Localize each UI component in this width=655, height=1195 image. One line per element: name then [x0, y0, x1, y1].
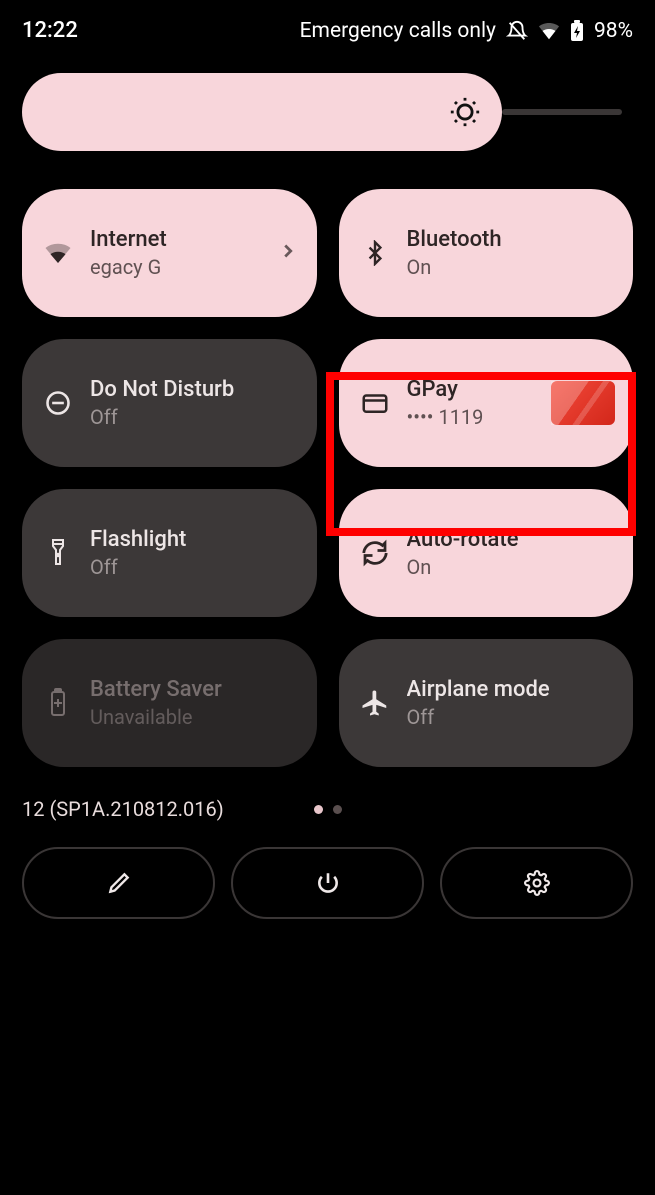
status-battery-pct: 98% — [594, 19, 633, 43]
wifi-icon — [42, 238, 74, 268]
tile-subtitle: •••• 1119 — [407, 405, 536, 429]
status-right: Emergency calls only 98% — [300, 19, 633, 43]
footer-actions — [0, 821, 655, 919]
power-button[interactable] — [231, 847, 424, 919]
tile-subtitle: Off — [407, 705, 616, 729]
tile-title: Battery Saver — [90, 677, 299, 703]
status-network-text: Emergency calls only — [300, 19, 496, 43]
tile-title: Bluetooth — [407, 227, 616, 253]
brightness-icon — [448, 95, 482, 129]
power-icon — [315, 870, 341, 896]
build-row: 12 (SP1A.210812.016) — [0, 767, 655, 821]
flashlight-icon — [42, 538, 74, 568]
tile-airplane[interactable]: Airplane mode Off — [339, 639, 634, 767]
tile-flashlight[interactable]: Flashlight Off — [22, 489, 317, 617]
page-dot — [333, 805, 342, 814]
tile-autorotate[interactable]: Auto-rotate On — [339, 489, 634, 617]
brightness-slider[interactable] — [22, 73, 502, 151]
status-bar: 12:22 Emergency calls only 98% — [0, 0, 655, 43]
qs-tiles: Internet egacy G Bluetooth On Do Not Dis… — [0, 151, 655, 767]
settings-button[interactable] — [440, 847, 633, 919]
dnd-icon — [42, 389, 74, 417]
tile-subtitle: egacy G — [90, 255, 257, 279]
tile-title: Flashlight — [90, 527, 299, 553]
brightness-track-remainder — [502, 109, 622, 115]
tile-subtitle: Off — [90, 555, 299, 579]
gpay-card-art — [551, 381, 615, 425]
page-dot — [314, 805, 323, 814]
card-icon — [359, 388, 391, 418]
chevron-right-icon — [277, 240, 299, 266]
tile-internet[interactable]: Internet egacy G — [22, 189, 317, 317]
tile-bluetooth[interactable]: Bluetooth On — [339, 189, 634, 317]
dnd-off-icon — [506, 20, 528, 42]
wifi-status-icon — [538, 20, 560, 42]
edit-button[interactable] — [22, 847, 215, 919]
status-time: 12:22 — [22, 18, 78, 43]
tile-title: Airplane mode — [407, 677, 616, 703]
tile-title: GPay — [407, 377, 536, 403]
gear-icon — [524, 870, 550, 896]
tile-subtitle: Unavailable — [90, 705, 299, 729]
build-string: 12 (SP1A.210812.016) — [22, 797, 224, 821]
battery-icon — [42, 688, 74, 718]
tile-batterysaver[interactable]: Battery Saver Unavailable — [22, 639, 317, 767]
autorotate-icon — [359, 538, 391, 568]
tile-subtitle: Off — [90, 405, 299, 429]
page-indicator — [314, 805, 342, 814]
battery-status-icon — [570, 20, 584, 42]
tile-title: Internet — [90, 227, 257, 253]
tile-gpay[interactable]: GPay •••• 1119 — [339, 339, 634, 467]
tile-subtitle: On — [407, 555, 616, 579]
tile-title: Auto-rotate — [407, 527, 616, 553]
tile-title: Do Not Disturb — [90, 377, 299, 403]
bluetooth-icon — [359, 240, 391, 266]
tile-subtitle: On — [407, 255, 616, 279]
brightness-slider-row — [0, 43, 655, 151]
edit-icon — [106, 870, 132, 896]
tile-dnd[interactable]: Do Not Disturb Off — [22, 339, 317, 467]
airplane-icon — [359, 688, 391, 718]
